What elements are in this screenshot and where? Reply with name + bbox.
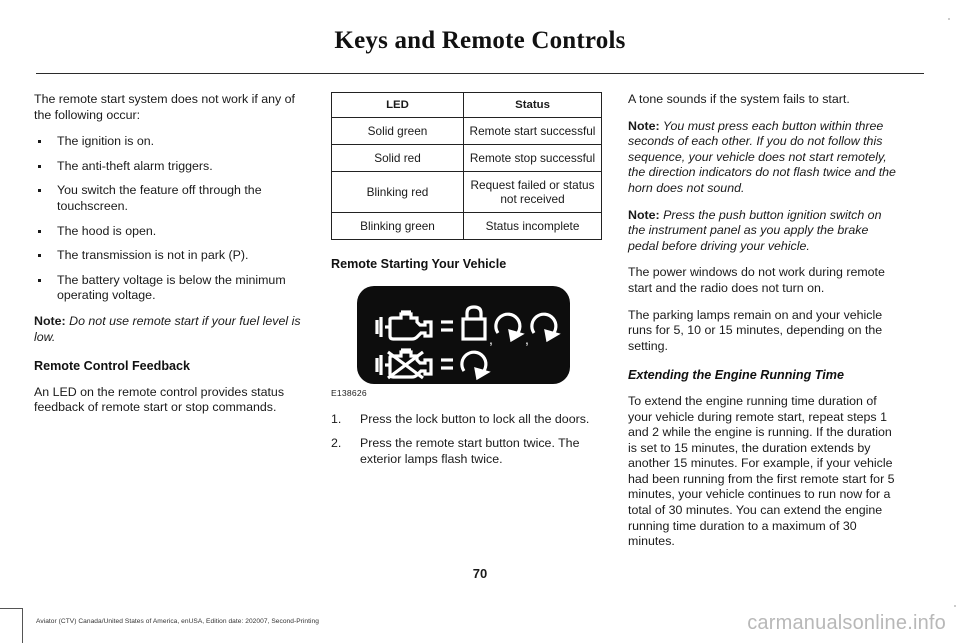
table-header-row: LED Status (331, 92, 602, 118)
extending-running-time-heading: Extending the Engine Running Time (628, 368, 844, 383)
power-windows-paragraph: The power windows do not work during rem… (628, 265, 885, 295)
rotate-clockwise-icon (460, 350, 491, 380)
page-number: 70 (472, 566, 488, 581)
header-divider (36, 73, 924, 74)
rotate-clockwise-icon (530, 312, 561, 342)
cell-status: Request failed or status not received (463, 171, 602, 213)
page-content: The remote start system does not work if… (0, 92, 960, 552)
remote-start-steps: Press the lock button to lock all the do… (331, 412, 601, 468)
list-item: Press the lock button to lock all the do… (331, 411, 590, 427)
tone-paragraph: A tone sounds if the system fails to sta… (628, 92, 850, 106)
crop-mark-bottom-right (954, 605, 956, 607)
figure-caption: E138626 (331, 387, 367, 398)
parking-lamps-paragraph: The parking lamps remain on and your veh… (628, 307, 883, 353)
ignition-switch-note: Note: Press the push button ignition swi… (628, 208, 898, 255)
list-item: You switch the feature off through the t… (34, 183, 304, 214)
timing-note: Note: You must press each button within … (628, 119, 898, 197)
cell-led: Blinking red (331, 171, 464, 213)
page-title: Keys and Remote Controls (334, 27, 626, 54)
rotate-clockwise-icon (494, 312, 525, 342)
left-column: The remote start system does not work if… (34, 92, 304, 416)
note-label: Note: (628, 207, 660, 222)
cell-status: Status incomplete (463, 212, 602, 240)
engine-icon (375, 309, 433, 341)
padlock-icon (461, 304, 487, 341)
led-status-table: LED Status Solid green Remote start succ… (331, 92, 602, 240)
crop-mark-top-right (948, 18, 950, 20)
table-row: Blinking green Status incomplete (331, 212, 602, 240)
watermark: carmanualsonline.info (747, 612, 946, 634)
cell-led: Solid green (331, 117, 464, 145)
engine-off-icon (375, 347, 433, 379)
comma: , (525, 331, 529, 347)
note-label: Note: (628, 118, 660, 133)
table-row: Blinking red Request failed or status no… (331, 171, 602, 213)
cell-led: Blinking green (331, 212, 464, 240)
column-header-led: LED (331, 92, 464, 118)
conditions-list: The ignition is on. The anti-theft alarm… (34, 134, 304, 304)
note-label: Note: (34, 313, 66, 328)
note-text: Press the push button ignition switch on… (628, 207, 882, 253)
middle-column: LED Status Solid green Remote start succ… (331, 92, 602, 476)
note-text: Do not use remote start if your fuel lev… (34, 313, 301, 344)
cell-status: Remote stop successful (463, 144, 602, 172)
fuel-note: Note: Do not use remote start if your fu… (34, 314, 304, 345)
comma: , (489, 331, 493, 347)
column-header-status: Status (463, 92, 602, 118)
right-column: A tone sounds if the system fails to sta… (628, 92, 898, 550)
remote-control-feedback-heading: Remote Control Feedback (34, 359, 191, 374)
equals-sign (441, 319, 453, 332)
remote-starting-heading: Remote Starting Your Vehicle (331, 257, 507, 271)
led-description-paragraph: An LED on the remote control provides st… (34, 384, 285, 415)
table-row: Solid red Remote stop successful (331, 144, 602, 172)
cell-led: Solid red (331, 144, 464, 172)
figure-svg: , , (375, 304, 561, 380)
list-item: The battery voltage is below the minimum… (34, 273, 304, 304)
list-item: The ignition is on. (34, 134, 304, 150)
list-item: Press the remote start button twice. The… (331, 436, 580, 466)
figure-illustration: , , (357, 285, 570, 384)
table-row: Solid green Remote start successful (331, 117, 602, 145)
page-header: Keys and Remote Controls (36, 26, 924, 74)
intro-paragraph: The remote start system does not work if… (34, 92, 295, 122)
cell-status: Remote start successful (463, 117, 602, 145)
note-text: You must press each button within three … (628, 118, 896, 195)
list-item: The anti-theft alarm triggers. (34, 159, 304, 175)
list-item: The hood is open. (34, 224, 304, 240)
list-item: The transmission is not in park (P). (34, 248, 304, 264)
remote-start-figure: , , E138626 (331, 285, 601, 398)
extending-running-time-paragraph: To extend the engine running time durati… (628, 393, 895, 549)
crop-mark-bottom-left (0, 608, 23, 643)
edition-footnote: Aviator (CTV) Canada/United States of Am… (36, 618, 319, 625)
equals-sign (441, 357, 453, 370)
